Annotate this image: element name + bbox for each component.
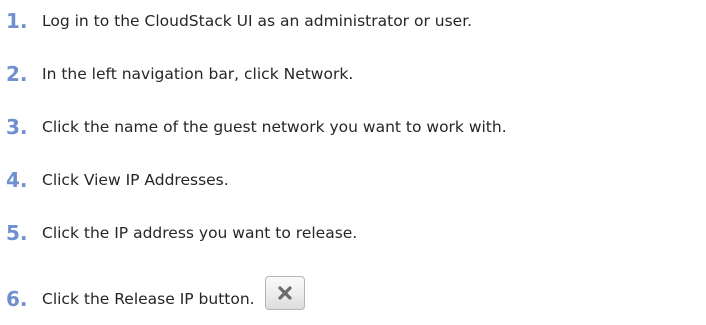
step-number: 2. [6,62,28,86]
step-number: 1. [6,9,28,33]
step-text: Click View IP Addresses. [42,171,229,189]
step-number: 6. [6,287,28,311]
step-text: Click the IP address you want to release… [42,224,358,242]
step-text: Click the name of the guest network you … [42,118,507,136]
step-6: 6. Click the Release IP button. [0,276,706,319]
step-number: 5. [6,221,28,245]
release-ip-button[interactable] [264,276,305,310]
step-text: Log in to the CloudStack UI as an admini… [42,12,473,30]
step-5: 5. Click the IP address you want to rele… [0,213,706,253]
step-2: 2. In the left navigation bar, click Net… [0,54,706,94]
step-number: 4. [6,168,28,192]
close-x-icon [278,286,292,300]
step-number: 3. [6,115,28,139]
step-3: 3. Click the name of the guest network y… [0,107,706,147]
step-text: Click the Release IP button. [42,290,255,308]
step-1: 1. Log in to the CloudStack UI as an adm… [0,1,706,41]
step-4: 4. Click View IP Addresses. [0,160,706,200]
release-ip-steps-list: 1. Log in to the CloudStack UI as an adm… [0,0,706,325]
step-text: In the left navigation bar, click Networ… [42,65,354,83]
